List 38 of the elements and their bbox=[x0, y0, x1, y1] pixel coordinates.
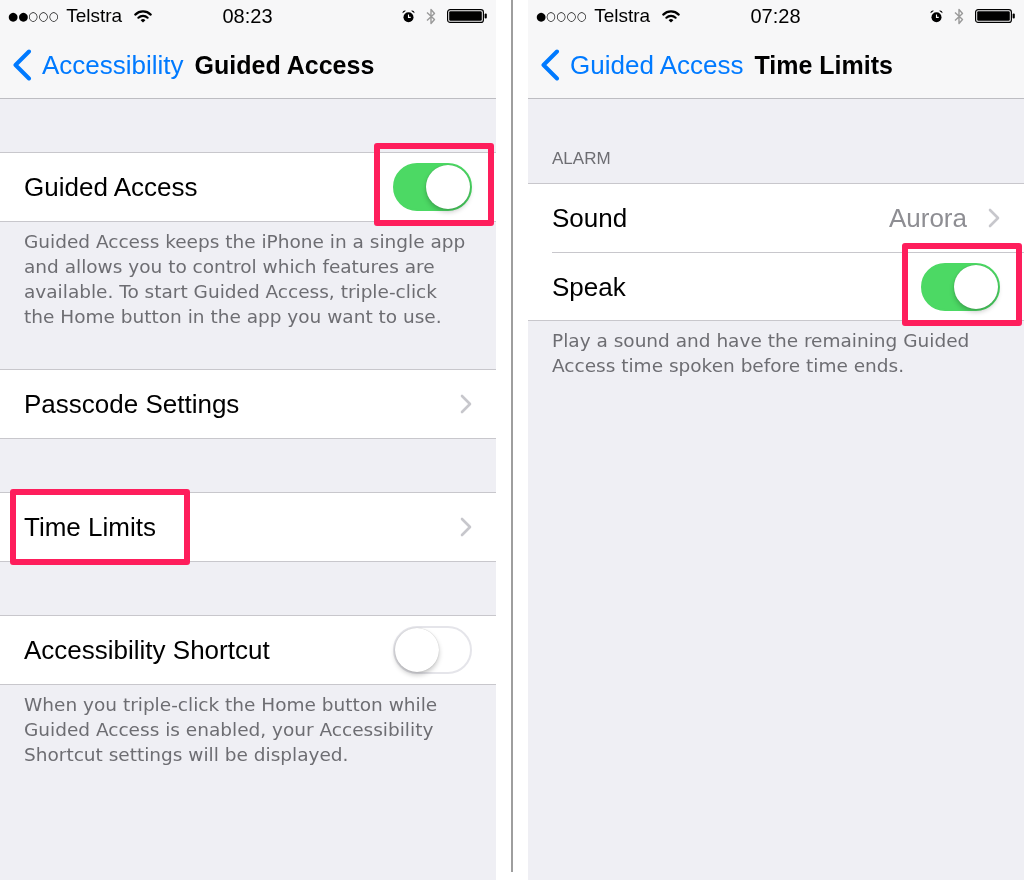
setting-label: Speak bbox=[552, 271, 626, 302]
back-button[interactable]: Guided Access bbox=[540, 49, 744, 81]
battery-icon bbox=[975, 9, 1015, 23]
status-time: 08:23 bbox=[222, 5, 273, 27]
alarm-clock-icon bbox=[402, 9, 415, 23]
section-footer-text: When you triple-click the Home button while Guided Access is enabled, your Accessibility Shortcut settings will be displayed. bbox=[23, 693, 439, 767]
back-button[interactable]: Accessibility bbox=[12, 49, 184, 81]
setting-value: Aurora bbox=[888, 203, 967, 233]
bluetooth-icon bbox=[954, 7, 964, 25]
setting-label: Accessibility Shortcut bbox=[24, 635, 270, 665]
chevron-icon bbox=[460, 517, 472, 537]
section-footer-text: Guided Access keeps the iPhone in a single app and allows you to control which features are available. To start Guided Access, triple-click the Home button in the app you want to use. bbox=[23, 230, 467, 329]
carrier-name: Telstra bbox=[66, 5, 123, 27]
bluetooth-icon bbox=[426, 7, 436, 25]
back-chevron-icon bbox=[12, 49, 32, 81]
back-chevron-icon bbox=[540, 49, 560, 81]
chevron-icon bbox=[460, 394, 472, 414]
section-footer-text: Play a sound and have the remaining Guided Access time spoken before time ends. bbox=[551, 329, 971, 378]
setting-label: Passcode Settings bbox=[24, 389, 240, 419]
battery-icon bbox=[447, 9, 487, 23]
carrier-name: Telstra bbox=[594, 5, 651, 27]
settings-row[interactable]: Passcode Settings bbox=[0, 370, 496, 438]
section-header: ALARM bbox=[551, 148, 612, 170]
setting-label: Sound bbox=[552, 203, 628, 233]
settings-row[interactable]: Sound Aurora bbox=[528, 184, 1024, 252]
status-time: 07:28 bbox=[750, 5, 801, 27]
wifi-icon bbox=[134, 9, 153, 23]
alarm-clock-icon bbox=[930, 9, 943, 23]
screen-title: Time Limits bbox=[754, 50, 893, 81]
screen-title: Guided Access bbox=[194, 50, 375, 81]
signal-strength: ●●○○○ bbox=[8, 8, 60, 24]
toggle-switch[interactable] bbox=[393, 163, 472, 211]
wifi-icon bbox=[662, 9, 681, 23]
setting-label: Time Limits bbox=[24, 512, 156, 542]
setting-label: Guided Access bbox=[24, 172, 198, 202]
chevron-icon bbox=[988, 208, 1000, 228]
signal-strength: ●○○○○ bbox=[536, 8, 588, 24]
toggle-switch[interactable] bbox=[921, 262, 1000, 311]
